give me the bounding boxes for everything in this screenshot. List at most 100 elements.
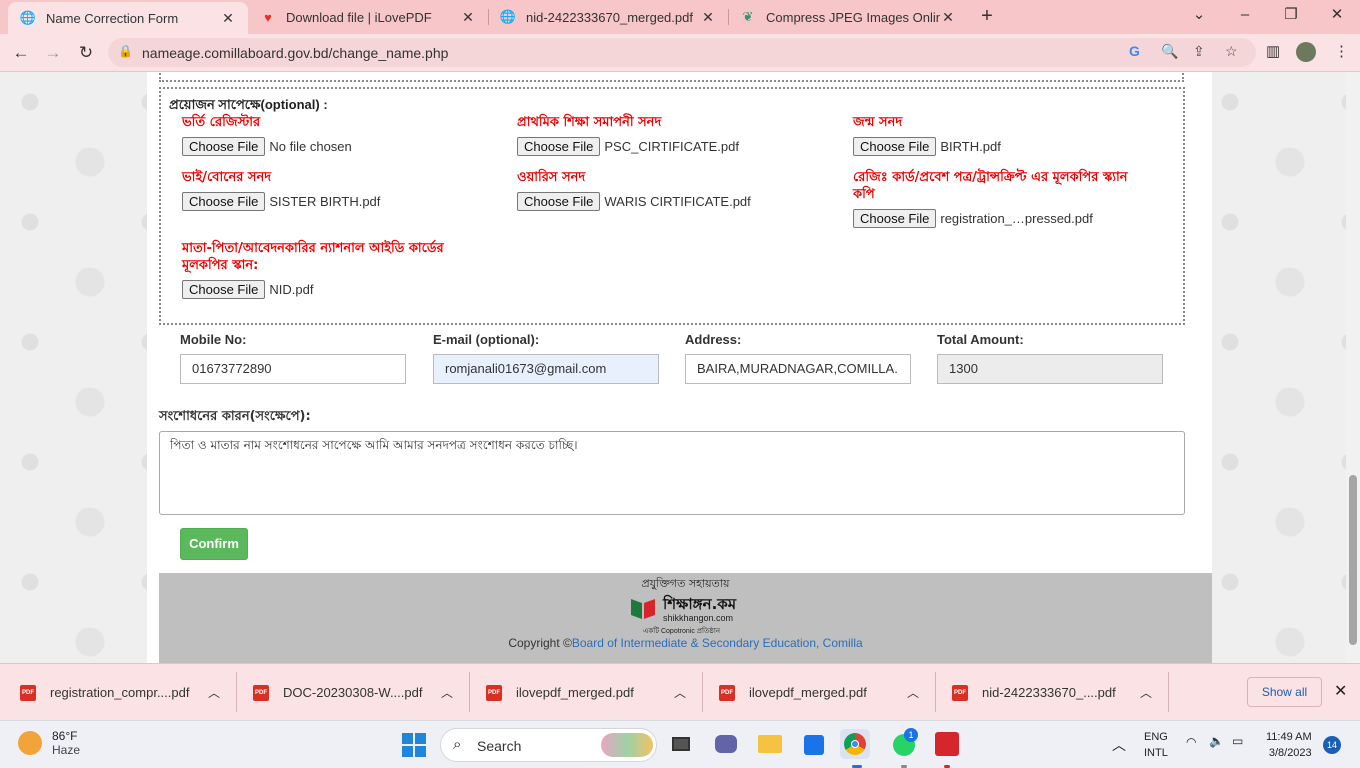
tab-ilovepdf[interactable]: ♥ Download file | iLovePDF ✕ — [248, 0, 488, 34]
close-tab-icon[interactable]: ✕ — [220, 10, 236, 27]
wifi-icon[interactable]: ◠ — [1186, 735, 1196, 749]
file-name: PSC_CIRTIFICATE.pdf — [604, 139, 739, 154]
close-tab-icon[interactable]: ✕ — [460, 9, 476, 26]
battery-icon[interactable]: ▭ — [1232, 734, 1243, 748]
mobile-field: Mobile No: 01673772890 — [180, 332, 406, 384]
download-item[interactable]: PDF ilovepdf_merged.pdf ︿ — [486, 664, 686, 721]
lock-icon[interactable]: 🔒 — [118, 44, 133, 58]
zoom-icon[interactable]: 🔍 — [1161, 43, 1178, 60]
heart-icon: ♥ — [264, 9, 272, 25]
chevron-up-icon[interactable]: ︿ — [1112, 735, 1126, 755]
chevron-up-icon[interactable]: ︿ — [441, 684, 453, 701]
chevron-up-icon[interactable]: ︿ — [907, 684, 919, 701]
previous-section-border — [159, 72, 1184, 82]
tab-compress-jpeg[interactable]: ❦ Compress JPEG Images Online ✕ — [728, 0, 968, 34]
total-amount-input: 1300 — [937, 354, 1163, 384]
notification-badge[interactable]: 14 — [1323, 736, 1341, 754]
download-filename: ilovepdf_merged.pdf — [516, 685, 634, 700]
choose-file-button[interactable]: Choose File — [182, 137, 266, 156]
search-icon: ⌕ — [453, 736, 462, 753]
upload-admission-register: ভর্তি রেজিস্টার Choose File No file chose… — [182, 114, 352, 156]
taskbar-search[interactable]: ⌕ Search — [440, 728, 657, 762]
time: 11:49 AM — [1266, 731, 1312, 743]
close-tab-icon[interactable]: ✕ — [940, 9, 956, 26]
close-window-icon[interactable]: ✕ — [1314, 0, 1360, 32]
address-bar[interactable]: 🔒 nameage.comillaboard.gov.bd/change_nam… — [108, 38, 1256, 67]
tab-title: Download file | iLovePDF — [286, 9, 432, 25]
search-placeholder: Search — [477, 738, 522, 754]
email-input[interactable]: romjanali01673@gmail.com — [433, 354, 659, 384]
weather-widget[interactable]: 86°F Haze — [18, 729, 80, 757]
adobe-acrobat-icon[interactable] — [932, 729, 962, 759]
volume-icon[interactable]: 🔈 — [1209, 734, 1224, 748]
microsoft-store-icon[interactable] — [799, 729, 829, 759]
choose-file-button[interactable]: Choose File — [517, 137, 601, 156]
chevron-up-icon[interactable]: ︿ — [1140, 684, 1152, 701]
reason-textarea[interactable]: পিতা ও মাতার নাম সংশোধনের সাপেক্ষে আমি আ… — [159, 431, 1185, 515]
maximize-icon[interactable]: ❐ — [1268, 0, 1314, 32]
download-filename: ilovepdf_merged.pdf — [749, 685, 867, 700]
download-item[interactable]: PDF registration_compr....pdf ︿ — [20, 664, 220, 721]
file-name: registration_…pressed.pdf — [940, 211, 1093, 226]
copyright: Copyright ©Board of Intermediate & Secon… — [159, 636, 1212, 650]
clock[interactable]: 11:49 AM 3/8/2023 — [1266, 729, 1312, 761]
language-indicator[interactable]: ENG INTL — [1144, 729, 1168, 761]
menu-kebab-icon[interactable]: ⋮ — [1334, 42, 1349, 60]
choose-file-button[interactable]: Choose File — [517, 192, 601, 211]
share-icon[interactable]: ⇪ — [1193, 43, 1205, 60]
profile-avatar[interactable] — [1296, 42, 1316, 62]
file-explorer-icon[interactable] — [755, 729, 785, 759]
address-input[interactable]: BAIRA,MURADNAGAR,COMILLA. — [685, 354, 911, 384]
upload-sibling-certificate: ভাই/বোনের সনদ Choose File SISTER BIRTH.pd… — [182, 169, 380, 211]
download-item[interactable]: PDF DOC-20230308-W....pdf ︿ — [253, 664, 453, 721]
close-icon[interactable]: ✕ — [1334, 681, 1347, 701]
forward-icon[interactable]: → — [40, 40, 66, 66]
download-item[interactable]: PDF nid-2422333670_....pdf ︿ — [952, 664, 1152, 721]
scrollbar[interactable] — [1346, 72, 1360, 663]
tab-search-chevron-icon[interactable]: ⌄ — [1176, 0, 1222, 32]
windows-taskbar: 86°F Haze ⌕ Search 1 ︿ ENG INTL ◠ 🔈 ▭ 11… — [0, 720, 1360, 768]
google-icon[interactable]: G — [1129, 43, 1140, 59]
bookmark-star-icon[interactable]: ☆ — [1225, 43, 1238, 60]
shikkhangon-logo[interactable]: শিক্ষাঙ্গন.কম shikkhangon.com একটি Copot… — [629, 591, 739, 635]
show-all-button[interactable]: Show all — [1247, 677, 1322, 707]
upload-label: মাতা-পিতা/আবেদনকারির ন্যাশনাল আইডি কার্ড… — [182, 241, 444, 273]
email-label: E-mail (optional): — [433, 332, 540, 347]
reload-icon[interactable]: ↻ — [73, 40, 99, 66]
task-view-icon[interactable] — [667, 729, 697, 759]
scrollbar-thumb[interactable] — [1349, 475, 1357, 645]
side-panel-icon[interactable]: ▥ — [1266, 42, 1280, 60]
new-tab-button[interactable]: + — [976, 5, 998, 27]
windows-start-icon[interactable] — [402, 733, 426, 757]
minimize-icon[interactable]: – — [1222, 0, 1268, 32]
tab-title: Name Correction Form — [46, 10, 179, 26]
choose-file-button[interactable]: Choose File — [182, 280, 266, 299]
confirm-button[interactable]: Confirm — [180, 528, 248, 560]
download-item[interactable]: PDF ilovepdf_merged.pdf ︿ — [719, 664, 919, 721]
tab-name-correction[interactable]: 🌐 Name Correction Form ✕ — [8, 2, 248, 34]
upload-label: ভর্তি রেজিস্টার — [182, 115, 261, 130]
close-tab-icon[interactable]: ✕ — [700, 9, 716, 26]
mobile-label: Mobile No: — [180, 332, 247, 347]
choose-file-button[interactable]: Choose File — [853, 209, 937, 228]
sun-haze-icon — [18, 731, 42, 755]
pdf-icon: PDF — [952, 684, 968, 701]
mobile-input[interactable]: 01673772890 — [180, 354, 406, 384]
back-icon[interactable]: ← — [8, 40, 34, 66]
url-text[interactable]: nameage.comillaboard.gov.bd/change_name.… — [142, 45, 448, 61]
globe-icon: 🌐 — [19, 10, 37, 25]
upload-registration-scan: রেজিঃ কার্ড/প্রবেশ পত্র/ট্রান্সক্রিপ্ট এ… — [853, 169, 1153, 228]
chrome-icon[interactable] — [840, 729, 870, 759]
chevron-up-icon[interactable]: ︿ — [208, 684, 220, 701]
upload-birth-certificate: জন্ম সনদ Choose File BIRTH.pdf — [853, 114, 1001, 156]
tab-nid-pdf[interactable]: 🌐 nid-2422333670_merged.pdf ✕ — [488, 0, 728, 34]
choose-file-button[interactable]: Choose File — [853, 137, 937, 156]
choose-file-button[interactable]: Choose File — [182, 192, 266, 211]
file-name: WARIS CIRTIFICATE.pdf — [604, 194, 751, 209]
globe-icon: 🌐 — [499, 9, 517, 24]
teams-chat-icon[interactable] — [711, 729, 741, 759]
chevron-up-icon[interactable]: ︿ — [674, 684, 686, 701]
leaf-icon: ❦ — [742, 9, 754, 24]
board-link[interactable]: Board of Intermediate & Secondary Educat… — [572, 636, 863, 650]
book-logo-icon — [631, 599, 655, 619]
